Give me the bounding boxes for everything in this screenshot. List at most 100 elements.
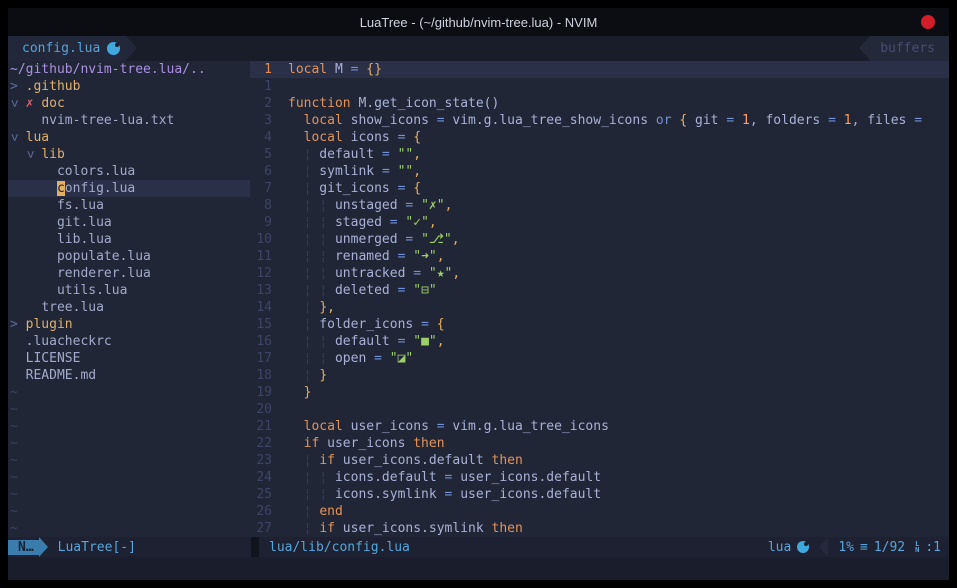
code-token: "✓" bbox=[398, 215, 429, 230]
tree-item-label: README.md bbox=[26, 368, 96, 383]
code-token: } bbox=[304, 385, 312, 400]
code-line[interactable]: 3 local show_icons = vim.g.lua_tree_show… bbox=[250, 112, 949, 129]
tree-item[interactable]: populate.lua bbox=[8, 248, 250, 265]
tree-root[interactable]: ~/github/nvim-tree.lua/.. bbox=[8, 61, 250, 78]
statusline-window-divider bbox=[251, 537, 259, 557]
code-line[interactable]: 27 ¦ if user_icons.symlink then bbox=[250, 520, 949, 537]
code-line[interactable]: 2function M.get_icon_state() bbox=[250, 95, 949, 112]
tree-item[interactable]: > plugin bbox=[8, 316, 250, 333]
code-line[interactable]: 17 ¦ ¦ open = "◪" bbox=[250, 350, 949, 367]
code-token bbox=[288, 334, 304, 349]
code-line[interactable]: 15 ¦ folder_icons = { bbox=[250, 316, 949, 333]
code-line[interactable]: 14 ¦ }, bbox=[250, 299, 949, 316]
chevron-down-icon[interactable]: > bbox=[8, 134, 22, 142]
empty-buffer-line: ~ bbox=[8, 418, 250, 435]
mode-text: N… bbox=[18, 540, 34, 555]
nvim-terminal-window: LuaTree - (~/github/nvim-tree.lua) - NVI… bbox=[8, 8, 949, 580]
tree-item[interactable]: lib.lua bbox=[8, 231, 250, 248]
tilde-marker: ~ bbox=[10, 436, 18, 451]
code-line[interactable]: 11 ¦ ¦ renamed = "➜", bbox=[250, 248, 949, 265]
code-line[interactable]: 1 bbox=[250, 78, 949, 95]
tree-item[interactable]: > .github bbox=[8, 78, 250, 95]
code-token: "" bbox=[390, 164, 413, 179]
code-line[interactable]: 13 ¦ ¦ deleted = "⊟" bbox=[250, 282, 949, 299]
chevron-down-icon[interactable]: > bbox=[8, 100, 22, 108]
tree-item[interactable]: tree.lua bbox=[8, 299, 250, 316]
code-editor[interactable]: 1local M = {}12function M.get_icon_state… bbox=[250, 61, 949, 537]
code-line[interactable]: 25 ¦ ¦ icons.symlink = user_icons.defaul… bbox=[250, 486, 949, 503]
code-token: }, bbox=[319, 300, 335, 315]
code-line[interactable]: 18 ¦ } bbox=[250, 367, 949, 384]
tree-item[interactable]: README.md bbox=[8, 367, 250, 384]
line-number: 7 bbox=[250, 180, 272, 197]
code-line[interactable]: 22 if user_icons then bbox=[250, 435, 949, 452]
tree-item[interactable]: nvim-tree-lua.txt bbox=[8, 112, 250, 129]
code-line[interactable]: 21 local user_icons = vim.g.lua_tree_ico… bbox=[250, 418, 949, 435]
code-line[interactable]: 8 ¦ ¦ unstaged = "✗", bbox=[250, 197, 949, 214]
chevron-right-icon[interactable]: > bbox=[10, 317, 18, 332]
close-button[interactable] bbox=[921, 15, 935, 29]
code-line[interactable]: 19 } bbox=[250, 384, 949, 401]
code-token: M bbox=[327, 62, 350, 77]
code-token: = bbox=[382, 147, 390, 162]
empty-buffer-line: ~ bbox=[8, 520, 250, 537]
buffers-label: buffers bbox=[880, 41, 935, 56]
code-text: ¦ end bbox=[288, 503, 343, 520]
code-line[interactable]: 1local M = {} bbox=[250, 61, 949, 78]
empty-buffer-line: ~ bbox=[8, 452, 250, 469]
code-token bbox=[288, 470, 304, 485]
code-token: , bbox=[452, 266, 460, 281]
code-text: ¦ }, bbox=[288, 299, 335, 316]
code-token bbox=[288, 521, 304, 536]
code-token bbox=[288, 300, 304, 315]
tree-item[interactable]: git.lua bbox=[8, 214, 250, 231]
chevron-down-icon[interactable]: > bbox=[21, 151, 38, 159]
code-line[interactable]: 6 ¦ symlink = "", bbox=[250, 163, 949, 180]
tree-item[interactable]: colors.lua bbox=[8, 163, 250, 180]
code-line[interactable]: 26 ¦ end bbox=[250, 503, 949, 520]
tree-item[interactable]: .luacheckrc bbox=[8, 333, 250, 350]
tree-item[interactable]: LICENSE bbox=[8, 350, 250, 367]
code-token: "★" bbox=[421, 266, 452, 281]
code-line[interactable]: 20 bbox=[250, 401, 949, 418]
tree-item[interactable]: config.lua bbox=[8, 180, 250, 197]
line-number: 4 bbox=[250, 129, 272, 146]
code-token: 1 bbox=[734, 113, 750, 128]
code-token: user_icons.default bbox=[452, 487, 601, 502]
code-line[interactable]: 9 ¦ ¦ staged = "✓", bbox=[250, 214, 949, 231]
tree-item[interactable]: > lua bbox=[8, 129, 250, 146]
tree-item[interactable]: renderer.lua bbox=[8, 265, 250, 282]
buffers-section: buffers bbox=[870, 36, 949, 61]
code-token bbox=[288, 113, 304, 128]
indent-guide: ¦ bbox=[319, 334, 327, 349]
code-line[interactable]: 16 ¦ ¦ default = "■", bbox=[250, 333, 949, 350]
code-token: default bbox=[327, 334, 397, 349]
code-token: user_icons.default bbox=[335, 453, 492, 468]
code-token: "" bbox=[390, 147, 413, 162]
code-line[interactable]: 24 ¦ ¦ icons.default = user_icons.defaul… bbox=[250, 469, 949, 486]
code-token: if bbox=[319, 453, 335, 468]
tree-root-path: ~/github/nvim-tree.lua/.. bbox=[10, 62, 206, 77]
tree-item[interactable]: fs.lua bbox=[8, 197, 250, 214]
code-token bbox=[288, 368, 304, 383]
buffer-tab-config-lua[interactable]: config.lua bbox=[8, 36, 126, 61]
code-line[interactable]: 4 local icons = { bbox=[250, 129, 949, 146]
lua-moon-icon bbox=[107, 42, 120, 55]
code-line[interactable]: 12 ¦ ¦ untracked = "★", bbox=[250, 265, 949, 282]
code-line[interactable]: 7 ¦ git_icons = { bbox=[250, 180, 949, 197]
tree-item[interactable]: utils.lua bbox=[8, 282, 250, 299]
indent-guide: ¦ bbox=[319, 487, 327, 502]
tree-item[interactable]: > lib bbox=[8, 146, 250, 163]
code-line[interactable]: 5 ¦ default = "", bbox=[250, 146, 949, 163]
chevron-right-icon[interactable]: > bbox=[10, 79, 18, 94]
tree-item[interactable]: > ✗ doc bbox=[8, 95, 250, 112]
code-token bbox=[288, 266, 304, 281]
command-line[interactable] bbox=[8, 557, 949, 580]
code-token: = bbox=[828, 113, 836, 128]
code-text: ¦ folder_icons = { bbox=[288, 316, 445, 333]
file-tree[interactable]: ~/github/nvim-tree.lua/..> .github> ✗ do… bbox=[8, 61, 250, 537]
code-text: local show_icons = vim.g.lua_tree_show_i… bbox=[288, 112, 922, 129]
code-line[interactable]: 23 ¦ if user_icons.default then bbox=[250, 452, 949, 469]
code-token: symlink bbox=[311, 164, 381, 179]
code-line[interactable]: 10 ¦ ¦ unmerged = "⎇", bbox=[250, 231, 949, 248]
